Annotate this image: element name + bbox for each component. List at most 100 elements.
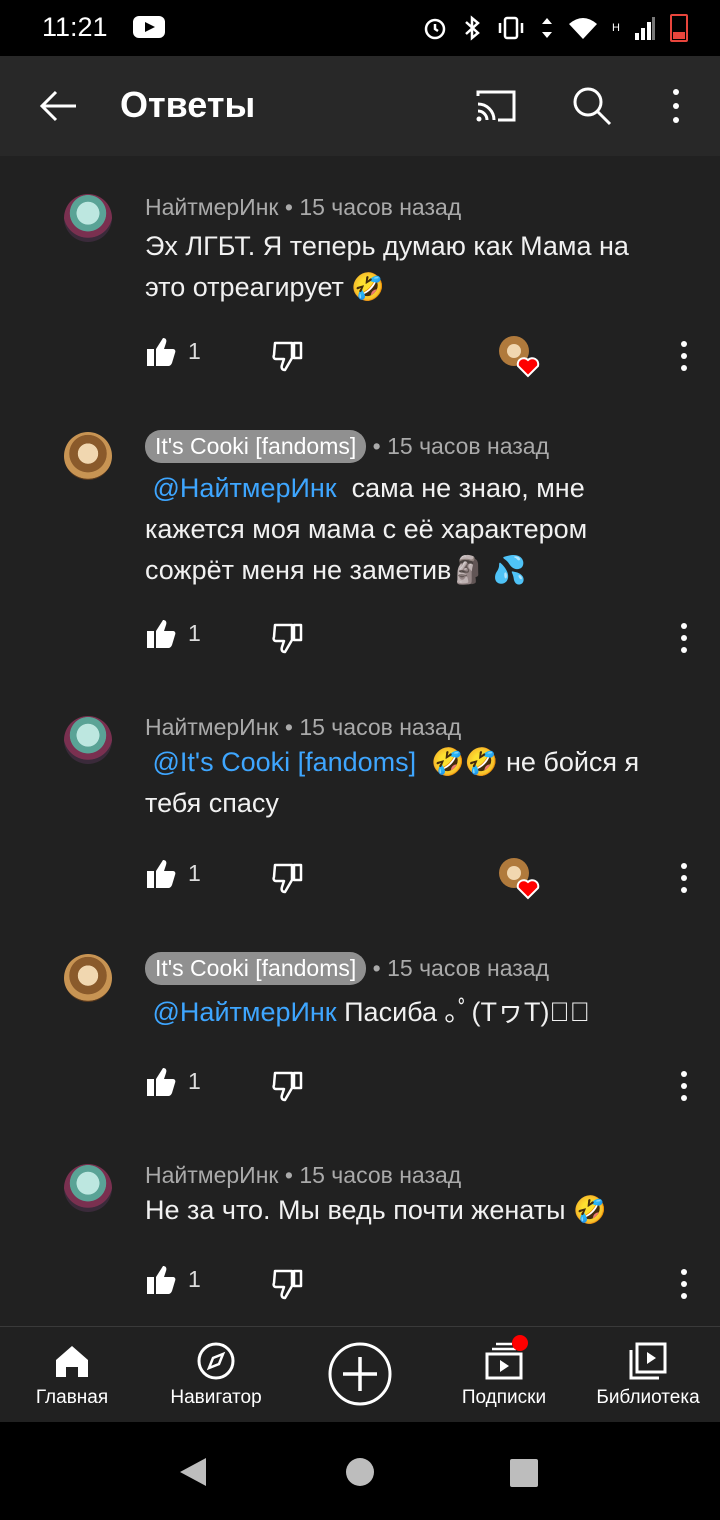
comment-meta: It's Cooki [fandoms] • 15 часов назад xyxy=(145,952,549,985)
nav-explore[interactable]: Навигатор xyxy=(144,1327,288,1423)
system-home-icon[interactable] xyxy=(345,1457,375,1487)
more-vert-icon[interactable] xyxy=(664,336,704,376)
avatar[interactable] xyxy=(64,1164,112,1212)
creator-heart-icon xyxy=(499,336,540,378)
more-vert-icon[interactable] xyxy=(664,1066,704,1106)
comment-line: это отреагирует 🤣 xyxy=(145,272,386,302)
comment-time: 15 часов назад xyxy=(299,714,462,740)
search-icon[interactable] xyxy=(570,84,614,128)
mention-link[interactable]: @НайтмерИнк xyxy=(153,997,337,1027)
replies-list: НайтмерИнк • 15 часов назад Эх ЛГБТ. Я т… xyxy=(0,156,720,1326)
avatar[interactable] xyxy=(64,716,112,764)
thumbs-down-icon[interactable] xyxy=(272,1070,304,1102)
app-bar: Ответы xyxy=(0,56,720,156)
more-vert-icon[interactable] xyxy=(664,618,704,658)
bluetooth-icon xyxy=(465,15,480,41)
app-content: Ответы НайтмерИнк • 15 часов назад Эх ЛГ… xyxy=(0,56,720,1423)
system-back-icon[interactable] xyxy=(176,1456,208,1488)
thumbs-up-icon[interactable] xyxy=(145,618,177,650)
thumbs-up-icon[interactable] xyxy=(145,1066,177,1098)
nav-create[interactable] xyxy=(288,1327,432,1423)
comment-line: @НайтмерИнк Пасиба ｡ﾟ(TヮT)ﾟ｡ xyxy=(145,992,665,1033)
system-navigation-bar xyxy=(0,1422,720,1520)
nav-label: Навигатор xyxy=(170,1387,262,1408)
like-count: 1 xyxy=(188,338,201,364)
back-arrow-icon[interactable] xyxy=(36,84,80,128)
comment-line: @It's Cooki [fandoms] 🤣🤣 не бойся я xyxy=(145,742,665,783)
comment-text: Не за что. Мы ведь почти женаты 🤣 xyxy=(145,1190,665,1231)
wifi-icon xyxy=(569,18,598,39)
like-count: 1 xyxy=(188,860,201,886)
like-count: 1 xyxy=(188,1266,201,1292)
comment-line-text: сама не знаю, мне xyxy=(351,473,585,503)
avatar[interactable] xyxy=(64,194,112,242)
comment-text: @НайтмерИнк Пасиба ｡ﾟ(TヮT)ﾟ｡ xyxy=(145,992,665,1033)
like-count: 1 xyxy=(188,620,201,646)
home-icon xyxy=(56,1346,88,1377)
page-title: Ответы xyxy=(120,84,256,125)
nav-home[interactable]: Главная xyxy=(0,1327,144,1423)
comment-meta: НайтмерИнк • 15 часов назад xyxy=(145,1162,462,1188)
comment-line: сожрёт меня не заметив🗿 💦 xyxy=(145,555,527,585)
more-vert-icon[interactable] xyxy=(664,858,704,898)
comment-actions: 1 xyxy=(0,1260,720,1304)
avatar[interactable] xyxy=(64,432,112,480)
nav-library[interactable]: Библиотека xyxy=(576,1327,720,1423)
signal-icon xyxy=(635,17,655,40)
compass-icon xyxy=(197,1342,235,1380)
thumbs-down-icon[interactable] xyxy=(272,1268,304,1300)
mention-link[interactable]: @НайтмерИнк xyxy=(153,473,337,503)
comment-line: кажется моя мама с её характером xyxy=(145,514,588,544)
nav-label: Подписки xyxy=(461,1387,547,1408)
alarm-icon xyxy=(424,18,446,40)
comment-actions: 1 xyxy=(0,1062,720,1106)
creator-heart-icon xyxy=(499,858,540,900)
status-icons: H xyxy=(422,14,688,42)
comment-time: 15 часов назад xyxy=(299,1162,462,1188)
comment-line: Не за что. Мы ведь почти женаты 🤣 xyxy=(145,1195,607,1225)
like-count: 1 xyxy=(188,1068,201,1094)
system-recents-icon[interactable] xyxy=(509,1458,539,1488)
youtube-notification-icon xyxy=(133,16,165,38)
comment-line: Эх ЛГБТ. Я теперь думаю как Мама на xyxy=(145,231,629,261)
comment-meta: НайтмерИнк • 15 часов назад xyxy=(145,194,462,220)
nav-label: Библиотека xyxy=(596,1387,700,1408)
comment-text: Эх ЛГБТ. Я теперь думаю как Мама на это … xyxy=(145,226,665,308)
comment-time: 15 часов назад xyxy=(387,433,549,459)
comment-line-text: Пасиба ｡ﾟ(TヮT)ﾟ｡ xyxy=(344,997,590,1027)
notification-dot xyxy=(512,1335,528,1351)
thumbs-up-icon[interactable] xyxy=(145,858,177,890)
thumbs-down-icon[interactable] xyxy=(272,862,304,894)
comment-line-text: 🤣🤣 не бойся я xyxy=(431,747,640,777)
vibrate-icon xyxy=(498,16,524,40)
data-arrows-icon xyxy=(542,18,553,38)
thumbs-down-icon[interactable] xyxy=(272,622,304,654)
author-name[interactable]: НайтмерИнк xyxy=(145,1162,278,1188)
nav-subscriptions[interactable]: Подписки xyxy=(432,1327,576,1423)
comment-line: @НайтмерИнк сама не знаю, мне xyxy=(145,468,665,509)
comment-actions: 1 xyxy=(0,854,720,900)
cast-icon[interactable] xyxy=(474,84,518,128)
author-chip[interactable]: It's Cooki [fandoms] xyxy=(145,430,367,463)
more-vert-icon[interactable] xyxy=(654,84,698,128)
comment-text: @It's Cooki [fandoms] 🤣🤣 не бойся я тебя… xyxy=(145,742,665,824)
comment-text: @НайтмерИнк сама не знаю, мне кажется мо… xyxy=(145,468,665,591)
comment-actions: 1 xyxy=(0,332,720,378)
more-vert-icon[interactable] xyxy=(664,1264,704,1304)
author-name[interactable]: НайтмерИнк xyxy=(145,714,278,740)
comment-time: 15 часов назад xyxy=(387,955,549,981)
comment-actions: 1 xyxy=(0,614,720,658)
thumbs-up-icon[interactable] xyxy=(145,1264,177,1296)
author-name[interactable]: НайтмерИнк xyxy=(145,194,278,220)
battery-icon xyxy=(670,14,688,42)
author-chip[interactable]: It's Cooki [fandoms] xyxy=(145,952,367,985)
bottom-navigation: Главная Навигатор Подписки Библиотека xyxy=(0,1326,720,1423)
status-bar: 11:21 H xyxy=(0,0,720,56)
signal-label: H xyxy=(612,22,620,34)
comment-line: тебя спасу xyxy=(145,788,279,818)
thumbs-down-icon[interactable] xyxy=(272,340,304,372)
avatar[interactable] xyxy=(64,954,112,1002)
library-icon xyxy=(629,1342,667,1380)
thumbs-up-icon[interactable] xyxy=(145,336,177,368)
mention-link[interactable]: @It's Cooki [fandoms] xyxy=(153,747,417,777)
